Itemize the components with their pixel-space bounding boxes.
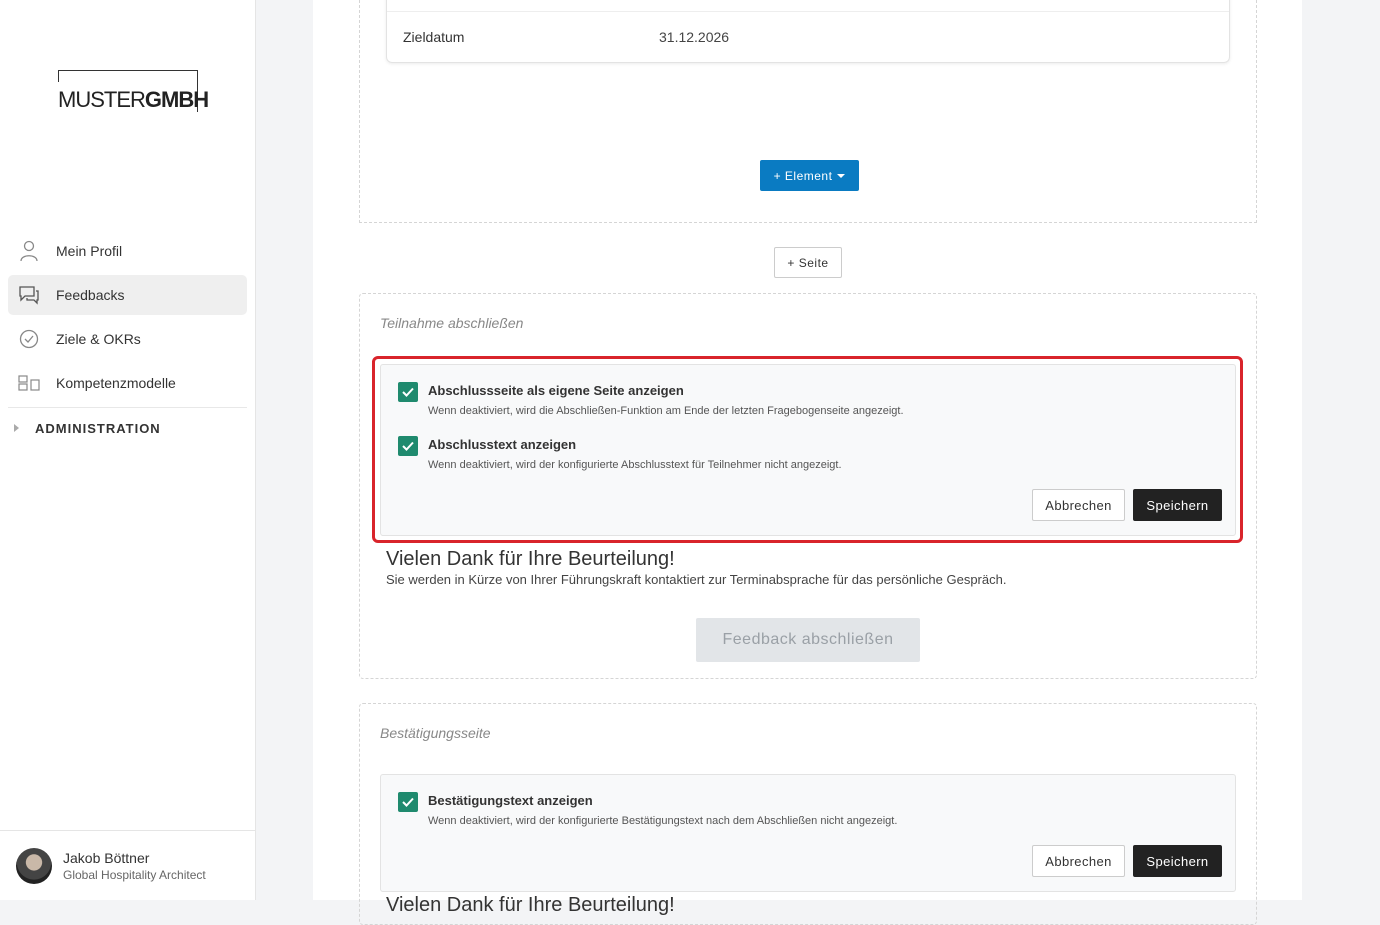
user-icon bbox=[18, 240, 40, 262]
cancel-button[interactable]: Abbrechen bbox=[1032, 845, 1125, 877]
user-profile[interactable]: Jakob Böttner Global Hospitality Archite… bbox=[0, 830, 255, 900]
table-key: Zieldatum bbox=[403, 29, 465, 45]
sidebar-item-ziele-okrs[interactable]: Ziele & OKRs bbox=[8, 319, 247, 359]
checkbox-confirm-text[interactable] bbox=[398, 792, 418, 812]
save-button[interactable]: Speichern bbox=[1133, 845, 1222, 877]
grid-icon bbox=[18, 372, 40, 394]
page-card: Zieldatum 31.12.2026 + Element bbox=[359, 0, 1257, 223]
sidebar-item-label: Kompetenzmodelle bbox=[56, 375, 176, 391]
user-role: Global Hospitality Architect bbox=[63, 867, 206, 882]
logo[interactable]: MUSTERGMBH bbox=[58, 70, 209, 112]
table-value: 31.12.2026 bbox=[659, 29, 730, 45]
sidebar-item-label: Ziele & OKRs bbox=[56, 331, 141, 347]
option-label: Bestätigungstext anzeigen bbox=[428, 793, 593, 808]
sidebar: MUSTERGMBH Mein Profil Feedbacks Ziele &… bbox=[0, 0, 256, 900]
caret-down-icon bbox=[837, 173, 846, 178]
option-description: Wenn deaktiviert, wird der konfigurierte… bbox=[428, 815, 898, 827]
finish-feedback-button[interactable]: Feedback abschließen bbox=[696, 618, 920, 662]
chevron-right-icon bbox=[14, 424, 19, 432]
info-table: Zieldatum 31.12.2026 bbox=[386, 0, 1230, 63]
logo-text: MUSTERGMBH bbox=[58, 87, 209, 112]
sidebar-item-kompetenzmodelle[interactable]: Kompetenzmodelle bbox=[8, 363, 247, 403]
confirm-section: Bestätigungsseite Bestätigungstext anzei… bbox=[359, 703, 1257, 925]
sidebar-nav: Mein Profil Feedbacks Ziele & OKRs Kompe… bbox=[8, 231, 247, 448]
add-element-button[interactable]: + Element bbox=[760, 160, 859, 191]
thanks-text: Sie werden in Kürze von Ihrer Führungskr… bbox=[386, 572, 1007, 587]
sidebar-item-label: ADMINISTRATION bbox=[35, 420, 161, 436]
confirm-text-preview: Vielen Dank für Ihre Beurteilung! bbox=[386, 894, 675, 916]
sidebar-item-label: Feedbacks bbox=[56, 287, 125, 303]
user-name: Jakob Böttner bbox=[63, 849, 150, 866]
thanks-title: Vielen Dank für Ihre Beurteilung! bbox=[386, 548, 675, 570]
sidebar-item-label: Mein Profil bbox=[56, 243, 123, 259]
avatar bbox=[16, 847, 52, 884]
settings-panel: Bestätigungstext anzeigen Wenn deaktivie… bbox=[380, 774, 1236, 892]
section-title: Bestätigungsseite bbox=[380, 725, 491, 741]
sidebar-item-administration[interactable]: ADMINISTRATION bbox=[8, 408, 247, 448]
highlight-box bbox=[372, 356, 1243, 543]
sidebar-item-feedbacks[interactable]: Feedbacks bbox=[8, 275, 247, 315]
add-page-button[interactable]: + Seite bbox=[774, 247, 842, 278]
section-title: Teilnahme abschließen bbox=[380, 315, 524, 331]
chat-icon bbox=[18, 284, 40, 306]
sidebar-item-mein-profil[interactable]: Mein Profil bbox=[8, 231, 247, 271]
check-circle-icon bbox=[18, 328, 40, 350]
